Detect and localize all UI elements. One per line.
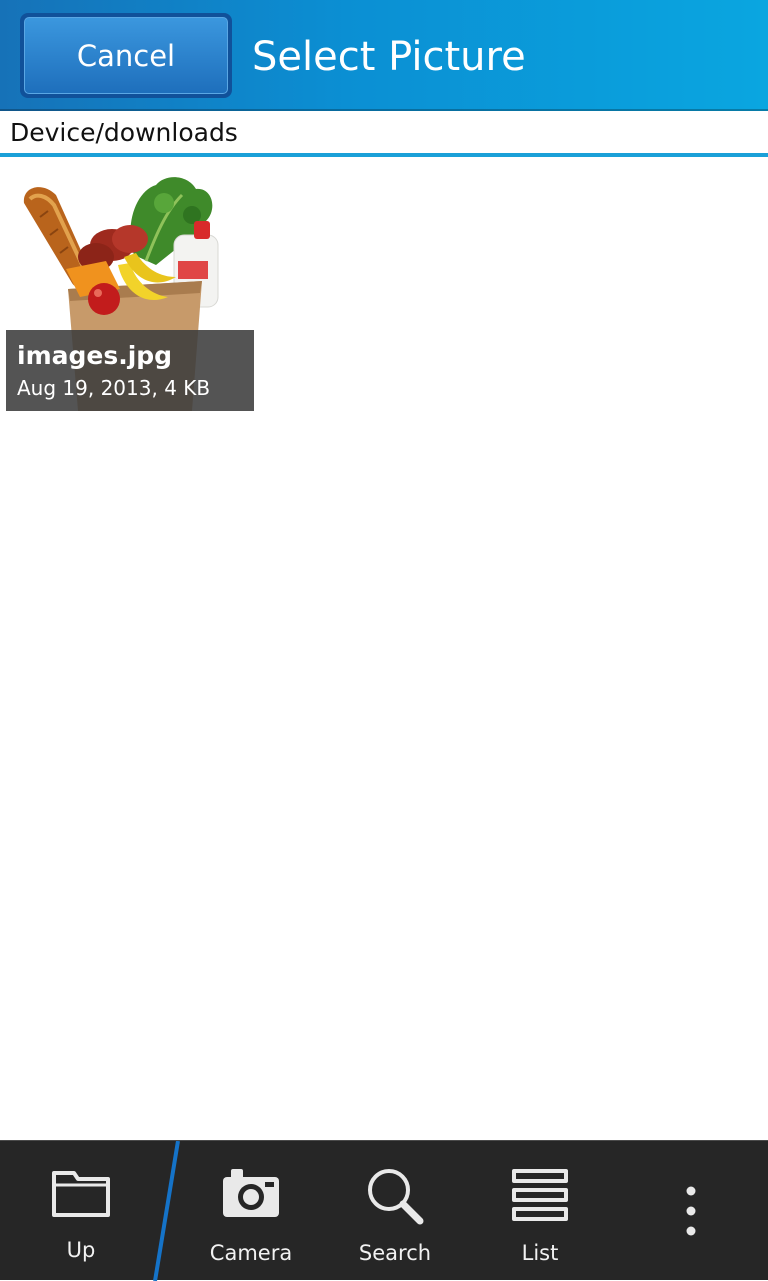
file-caption: images.jpg Aug 19, 2013, 4 KB — [6, 330, 254, 411]
list-label: List — [521, 1241, 559, 1265]
camera-button[interactable]: Camera — [180, 1141, 322, 1281]
apple-shape — [88, 283, 120, 315]
cancel-button-label: Cancel — [24, 17, 228, 94]
list-button[interactable]: List — [478, 1141, 602, 1281]
more-actions-button[interactable] — [650, 1141, 732, 1281]
title-bar: Cancel Select Picture — [0, 0, 768, 111]
file-name: images.jpg — [17, 341, 173, 370]
breadcrumb: Device/downloads — [10, 118, 238, 147]
camera-icon — [223, 1169, 279, 1217]
search-button[interactable]: Search — [330, 1141, 460, 1281]
page-title: Select Picture — [252, 34, 526, 80]
action-separator — [153, 1141, 180, 1281]
vertical-dots-icon — [686, 1186, 696, 1236]
cancel-button[interactable]: Cancel — [20, 13, 232, 98]
file-tile[interactable]: images.jpg Aug 19, 2013, 4 KB — [6, 165, 254, 411]
file-grid: images.jpg Aug 19, 2013, 4 KB — [0, 157, 768, 1140]
action-bar: Up Camera Search List — [0, 1140, 768, 1281]
list-icon — [512, 1169, 568, 1221]
search-label: Search — [358, 1241, 432, 1265]
camera-label: Camera — [209, 1241, 293, 1265]
search-icon — [368, 1169, 424, 1225]
file-meta: Aug 19, 2013, 4 KB — [17, 376, 211, 400]
